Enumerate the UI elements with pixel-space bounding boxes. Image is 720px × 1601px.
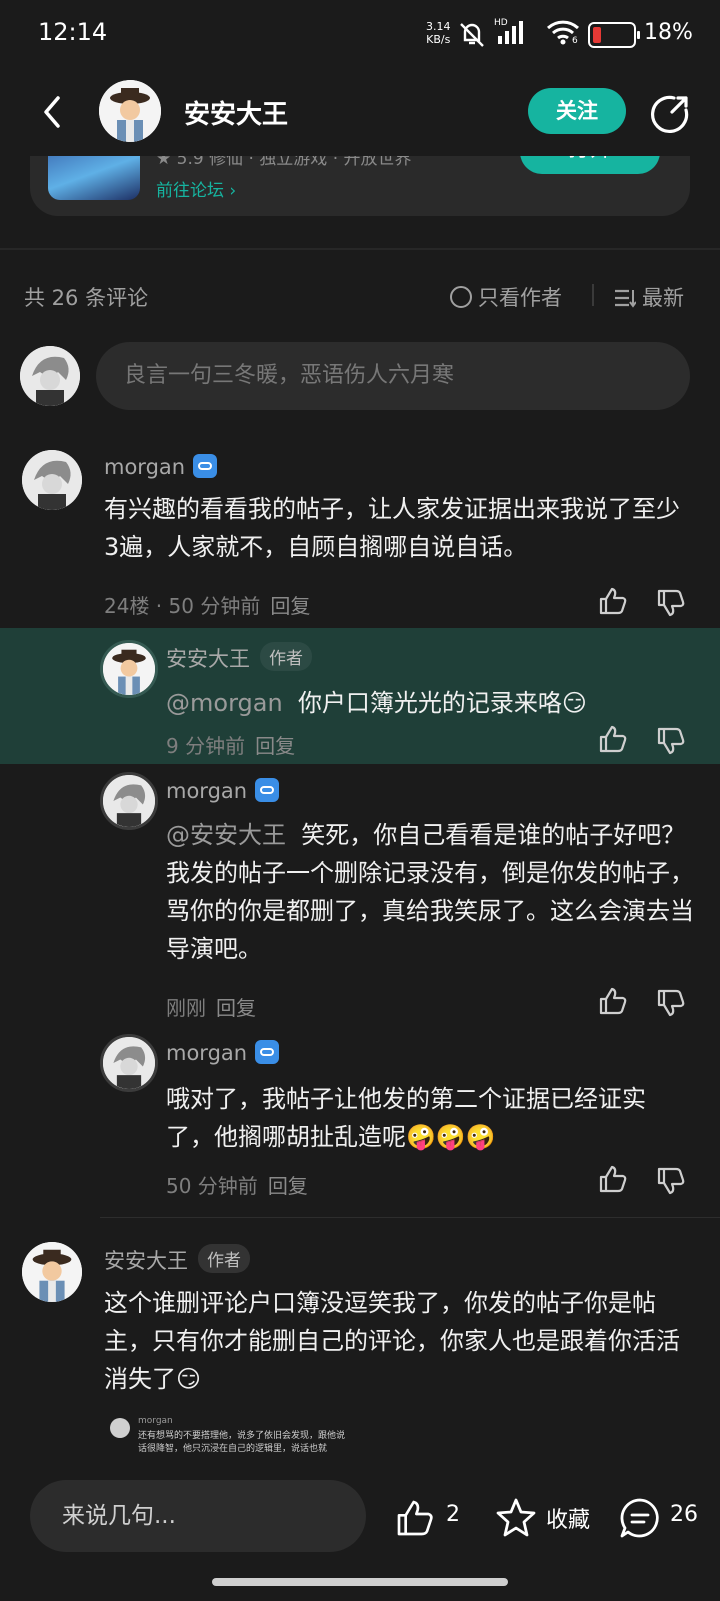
preview-avatar [110,1418,130,1438]
section-divider [0,248,720,250]
comment-total: 26 [670,1502,698,1527]
avatar[interactable] [22,450,82,510]
dislike-icon[interactable] [656,588,686,618]
comment-meta: 刚刚 回复 [166,996,256,1020]
avatar[interactable] [100,640,158,698]
my-avatar [20,346,80,406]
preview-author: morgan [138,1416,173,1426]
status-time: 12:14 [38,18,108,46]
author-avatar[interactable] [99,80,161,142]
wifi-icon: 6 [546,18,580,46]
reply-button[interactable]: 回复 [268,1174,308,1198]
like-count: 2 [446,1502,460,1527]
star-icon[interactable] [494,1496,538,1540]
comment-text: 有兴趣的看看我的帖子，让人家发证据出来我说了至少3遍，人家就不，自顾自搁哪自说自… [104,495,680,561]
bell-muted-icon [458,20,486,48]
comment-image-preview[interactable]: morgan 还有想骂的不要搭理他，说多了依旧会发现，跟他说话很降智，他只沉浸在… [104,1410,354,1460]
network-speed: 3.14 KB/s [426,20,451,46]
like-icon[interactable] [394,1498,436,1538]
bottom-bar: 来说几句... 2 收藏 26 [0,1460,720,1601]
top-header: 安安大王 关注 [0,70,720,156]
comment-text: @安安大王 笑死，你自己看看是谁的帖子好吧？我发的帖子一个删除记录没有，倒是你发… [166,821,694,963]
battery-icon [588,22,640,48]
game-badge-icon [255,1040,280,1064]
avatar[interactable] [100,1034,158,1092]
radio-icon [450,286,472,308]
like-icon[interactable] [598,986,628,1016]
sort-button[interactable]: 最新 [614,282,684,312]
comment-meta: 9 分钟前 回复 [166,734,296,758]
game-badge-icon [255,778,280,802]
mention[interactable]: @morgan [166,689,283,717]
back-arrow-icon[interactable] [36,94,72,130]
author-tag: 作者 [260,642,312,671]
comment-author[interactable]: 安安大王 作者 [166,642,312,673]
avatar[interactable] [22,1242,82,1302]
like-icon[interactable] [598,724,628,754]
mention[interactable]: @安安大王 [166,821,286,849]
status-bar: 12:14 3.14 KB/s HD 6 18% [0,0,720,70]
reply-button[interactable]: 回复 [270,594,310,618]
comment-meta: 50 分钟前 回复 [166,1174,308,1198]
like-icon[interactable] [598,586,628,616]
comment-text: @morgan 你户口簿光光的记录来咯😏 [166,689,587,717]
dislike-icon[interactable] [656,726,686,756]
say-something-input[interactable]: 来说几句... [30,1480,366,1552]
comment-meta: 24楼 · 50 分钟前 回复 [104,594,311,618]
sort-lines-icon [614,288,636,308]
game-badge-icon [193,454,218,478]
battery-percent: 18% [644,20,693,45]
dislike-icon[interactable] [656,988,686,1018]
author-only-toggle[interactable]: 只看作者 [450,282,562,312]
share-icon[interactable] [648,92,692,136]
comment-text: 哦对了，我帖子让他发的第二个证据已经证实了，他搁哪胡扯乱造呢🤪🤪🤪 [166,1085,646,1151]
author-tag: 作者 [198,1244,250,1273]
comment-count: 共 26 条评论 [24,286,149,310]
comment-author[interactable]: morgan [166,1040,280,1065]
comment-divider [100,1217,720,1218]
comment-author[interactable]: morgan [166,778,280,803]
page-title: 安安大王 [184,100,289,130]
cell-signal-icon: HD [494,18,530,46]
like-icon[interactable] [598,1164,628,1194]
go-to-forum-link[interactable]: 前往论坛 › [156,176,236,201]
favorite-label[interactable]: 收藏 [546,1502,590,1534]
preview-text: 还有想骂的不要搭理他，说多了依旧会发现，跟他说话很降智，他只沉浸在自己的逻辑里，… [138,1431,346,1454]
header-separator [592,284,594,306]
home-indicator[interactable] [212,1578,508,1586]
comment-author[interactable]: morgan [104,454,218,479]
comment-input[interactable]: 良言一句三冬暖，恶语伤人六月寒 [96,342,690,410]
comment-author[interactable]: 安安大王 作者 [104,1244,250,1275]
follow-button[interactable]: 关注 [528,88,626,134]
reply-button[interactable]: 回复 [255,734,295,758]
reply-button[interactable]: 回复 [216,996,256,1020]
comment-text: 这个谁删评论户口簿没逗笑我了，你发的帖子你是帖主，只有你才能删自己的评论，你家人… [104,1289,680,1393]
comment-bubble-icon[interactable] [618,1496,662,1540]
dislike-icon[interactable] [656,1166,686,1196]
avatar[interactable] [100,772,158,830]
